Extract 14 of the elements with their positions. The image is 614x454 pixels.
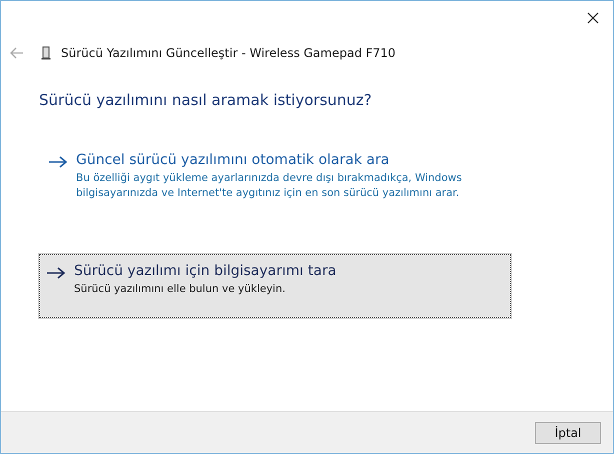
arrow-icon xyxy=(46,267,66,279)
heading: Sürücü yazılımını nasıl aramak istiyorsunuz? xyxy=(39,91,373,109)
back-arrow-icon xyxy=(9,45,25,61)
option-link[interactable]: Güncel sürücü yazılımını otomatik olarak ara xyxy=(76,152,496,168)
option-link[interactable]: Sürücü yazılımı için bilgisayarımı tara xyxy=(74,263,494,279)
option-description: Bu özelliği aygıt yükleme ayarlarınızda devre dışı bırakmadıkça, Windows bilgisayarınızda ve Internet'te aygıtınız için en son sürücü yazılımını arar. xyxy=(76,171,463,201)
cancel-button[interactable]: İptal xyxy=(535,422,601,444)
device-icon xyxy=(41,46,51,60)
option-description: Sürücü yazılımını elle bulun ve yükleyin. xyxy=(74,282,286,297)
option-panel[interactable]: Güncel sürücü yazılımını otomatik olarak ara Bu özelliği aygıt yükleme ayarlarınızda devre dışı bırakmadıkça, Windows bilgisayarınızda ve Internet'te aygıtınız için en son sürücü yazılımını arar. xyxy=(41,143,513,210)
option-panel[interactable]: Sürücü yazılımı için bilgisayarımı tara Sürücü yazılımını elle bulun ve yükleyin. xyxy=(39,254,511,318)
window-title: Sürücü Yazılımını Güncelleştir - Wireless Gamepad F710 xyxy=(61,46,396,60)
arrow-icon xyxy=(48,156,68,168)
close-icon xyxy=(587,12,599,24)
